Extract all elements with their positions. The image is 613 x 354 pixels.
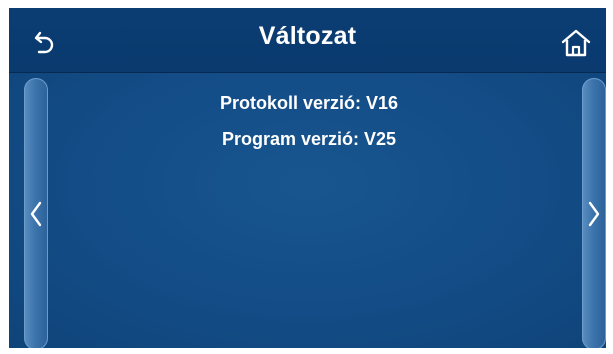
chevron-left-icon <box>30 201 42 227</box>
chevron-right-icon <box>588 201 600 227</box>
previous-page-button[interactable] <box>24 78 48 348</box>
program-version-text: Program verzió: V25 <box>221 129 397 149</box>
version-screen: Változat Protokoll verzió: V16 Program v… <box>9 8 606 348</box>
home-icon <box>561 29 591 57</box>
protocol-version-text: Protokoll verzió: V16 <box>219 93 399 113</box>
page-title: Változat <box>258 22 357 50</box>
content-area: Protokoll verzió: V16 Program verzió: V2… <box>9 73 606 348</box>
next-page-button[interactable] <box>582 78 606 348</box>
home-button[interactable] <box>560 28 592 58</box>
header-bar: Változat <box>9 8 606 73</box>
